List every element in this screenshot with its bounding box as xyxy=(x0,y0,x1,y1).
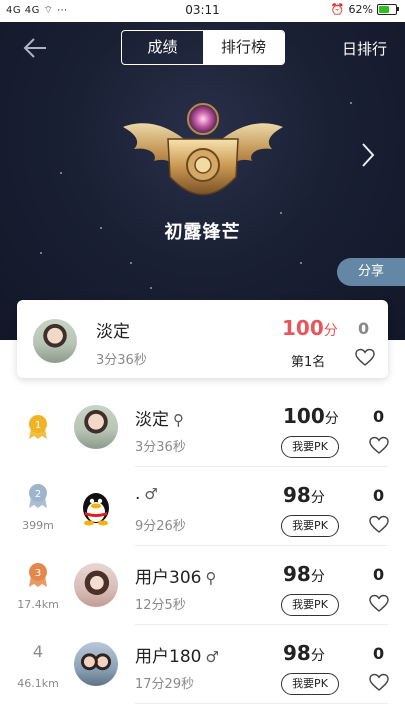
daily-ranking-button[interactable]: 日排行 xyxy=(342,38,387,59)
rank-title: 初露锋芒 xyxy=(164,222,241,243)
like-count: 0 xyxy=(373,565,385,584)
heart-icon[interactable] xyxy=(369,436,389,456)
back-arrow-icon[interactable] xyxy=(22,36,48,60)
avatar[interactable] xyxy=(74,484,118,528)
pk-button[interactable]: 我要PK xyxy=(281,436,339,458)
gender-icon: ♂ xyxy=(144,485,158,503)
like-count: 0 xyxy=(373,407,385,426)
user-name: 用户306 ⚲ xyxy=(135,568,217,588)
battery-percent: 62% xyxy=(348,3,373,16)
user-score: 98分 xyxy=(283,562,325,586)
pk-button[interactable]: 我要PK xyxy=(281,594,339,616)
avatar[interactable] xyxy=(74,563,118,607)
medal-icon: 3 xyxy=(29,563,47,587)
user-name: . ♂ xyxy=(135,484,158,504)
alarm-icon: ⏰ xyxy=(330,3,345,16)
avatar[interactable] xyxy=(74,642,118,686)
heart-icon[interactable] xyxy=(355,348,375,368)
chevron-right-icon[interactable] xyxy=(361,142,375,175)
user-time: 17分29秒 xyxy=(135,677,195,692)
penguin-icon xyxy=(83,493,109,526)
list-item[interactable]: 3 17.4km 用户306 ⚲ 12分5秒 98分 我要PK 0 xyxy=(0,546,405,625)
tab-switcher: 成绩 排行榜 xyxy=(121,30,285,65)
avatar[interactable] xyxy=(74,405,118,449)
rank-badge-icon xyxy=(123,103,283,196)
list-item[interactable]: 1 淡定 ⚲ 3分36秒 100分 我要PK 0 xyxy=(0,388,405,467)
like-count: 0 xyxy=(373,486,385,505)
user-name: 淡定 ⚲ xyxy=(135,410,184,430)
status-bar: 4G 4G ⌔ ⋯ 03:11 ⏰ 62% xyxy=(0,0,405,22)
pk-button[interactable]: 我要PK xyxy=(281,515,339,537)
user-score: 100分 xyxy=(283,404,339,428)
heart-icon[interactable] xyxy=(369,673,389,693)
divider xyxy=(135,703,388,704)
rank-number: 4 xyxy=(32,642,44,661)
user-score: 98分 xyxy=(283,483,325,507)
medal-icon: 1 xyxy=(29,415,47,439)
my-score: 100分 xyxy=(282,316,338,340)
hero-banner: 成绩 排行榜 日排行 初露锋芒 分享 xyxy=(0,22,405,340)
medal-rank: 3 xyxy=(35,568,41,579)
heart-icon[interactable] xyxy=(369,594,389,614)
heart-icon[interactable] xyxy=(369,515,389,535)
user-name: 用户180 ♂ xyxy=(135,647,219,667)
tab-score[interactable]: 成绩 xyxy=(122,31,203,64)
status-right: ⏰ 62% xyxy=(330,3,399,16)
my-time: 3分36秒 xyxy=(96,353,147,368)
tab-leaderboard[interactable]: 排行榜 xyxy=(203,31,284,64)
my-name: 淡定 xyxy=(96,322,130,342)
medal-rank: 1 xyxy=(35,420,41,431)
like-count: 0 xyxy=(373,644,385,663)
user-score: 98分 xyxy=(283,641,325,665)
user-time: 12分5秒 xyxy=(135,598,186,613)
distance: 399m xyxy=(22,519,54,532)
list-item[interactable]: 4 46.1km 用户180 ♂ 17分29秒 98分 我要PK 0 xyxy=(0,625,405,704)
pk-button[interactable]: 我要PK xyxy=(281,673,339,695)
battery-icon xyxy=(377,4,399,15)
distance: 46.1km xyxy=(17,677,59,690)
medal-rank: 2 xyxy=(35,489,41,500)
distance: 17.4km xyxy=(17,598,59,611)
gender-icon: ⚲ xyxy=(173,411,184,429)
user-time: 9分26秒 xyxy=(135,519,186,534)
my-like-count: 0 xyxy=(358,319,370,338)
my-rank: 第1名 xyxy=(291,355,326,370)
gender-icon: ⚲ xyxy=(205,569,217,587)
list-item[interactable]: 2 399m . ♂ 9分26秒 98分 我要PK 0 xyxy=(0,467,405,546)
medal-icon: 2 xyxy=(29,484,47,508)
user-time: 3分36秒 xyxy=(135,440,186,455)
my-score-card: 淡定 3分36秒 100分 第1名 0 xyxy=(17,300,388,378)
gender-icon: ♂ xyxy=(205,648,219,666)
avatar[interactable] xyxy=(33,319,77,363)
share-button[interactable]: 分享 xyxy=(337,258,405,286)
